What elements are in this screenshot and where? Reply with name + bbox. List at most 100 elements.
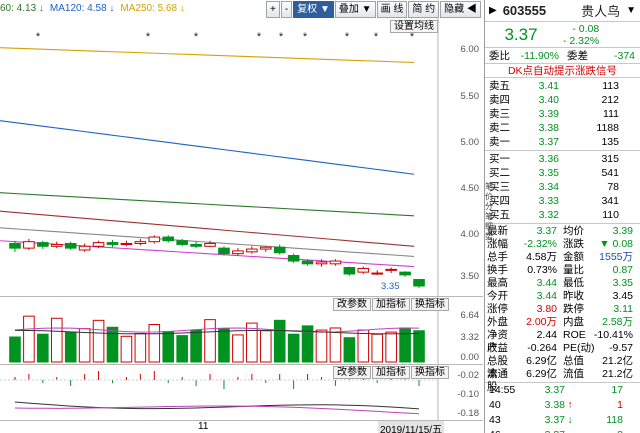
asks-price: 3.38 [538, 122, 559, 134]
event-star-icon[interactable]: * [279, 31, 284, 43]
committee-diff-label: 委差 [567, 50, 588, 62]
event-star-icon[interactable]: * [146, 31, 151, 43]
stock-code: 603555 [502, 3, 547, 18]
volume-bar [134, 333, 147, 363]
event-star-icon[interactable]: * [257, 31, 262, 43]
price-axis-5-00: 5.00 [460, 137, 480, 148]
ma-line-ma120 [0, 120, 415, 175]
event-star-icon[interactable]: * [303, 31, 308, 43]
event-star-icon[interactable]: * [194, 31, 199, 43]
macd-axis-top: -0.02 [457, 370, 479, 381]
stat-value: 4.58万 [526, 251, 557, 263]
macd-axis-bottom: -0.18 [457, 408, 479, 419]
quote-panel: ▶ 603555 贵人鸟 ▼ 3.37 - 0.08 - 2.32% 委比 -1… [484, 0, 640, 433]
toolbar-button[interactable]: 画 线 [376, 1, 408, 18]
stat-value: 3.39 [612, 225, 633, 237]
price-change: - 0.08 [572, 23, 600, 35]
asks-volume: 111 [603, 108, 619, 120]
bids-price: 3.32 [538, 209, 559, 221]
toolbar-button[interactable]: - [280, 1, 293, 18]
committee-diff-value: -374 [613, 50, 635, 62]
volume-modify-params-button[interactable]: 改参数 [333, 298, 371, 311]
stat-value: -10.41% [593, 329, 633, 341]
price-axis-3-50: 3.50 [460, 271, 480, 282]
toolbar-button[interactable]: 隐藏 ◀ [440, 1, 481, 18]
asks-volume: 135 [601, 136, 619, 148]
stat-label: 均价 [563, 225, 584, 237]
stat-value: 1555万 [599, 251, 633, 263]
side-tab[interactable]: 细 [485, 222, 493, 232]
stat-row: 换手 0.73% 量比 0.87 [485, 264, 640, 277]
candle-body [399, 271, 411, 276]
candle-body [343, 267, 356, 275]
volume-bar [413, 330, 425, 363]
toolbar-button[interactable]: 复权 ▼ [293, 1, 334, 18]
stat-label: 流值 [563, 368, 584, 380]
tick-row: 463.37 2 [485, 428, 640, 433]
macd-add-indicator-button[interactable]: 加指标 [372, 366, 410, 379]
stat-label: 跌停 [563, 303, 584, 315]
stat-label: 总股本 [487, 355, 508, 380]
price-axis-6-00: 6.00 [460, 44, 480, 55]
tick-list: 14:553.3717403.38↑1433.37↓118463.372 [485, 383, 640, 433]
volume-bar [37, 333, 49, 363]
volume-bar [218, 328, 230, 363]
event-star-icon[interactable]: * [36, 31, 41, 43]
bids-volume: 341 [601, 195, 619, 207]
tick-arrow-icon: ↑ [567, 399, 573, 411]
event-star-icon[interactable]: * [374, 31, 379, 43]
asks-label: 卖一 [489, 136, 510, 148]
macd-modify-params-button[interactable]: 改参数 [333, 366, 371, 379]
tick-price: 3.37 [544, 414, 565, 426]
side-tab[interactable]: 价 [485, 192, 493, 202]
toolbar-button[interactable]: + [266, 1, 280, 18]
asks-row: 卖三 3.39 111 [485, 107, 640, 121]
stat-value: 2.00万 [526, 316, 557, 328]
volume-bar [343, 337, 356, 363]
bid-book: 买一 3.36 315 买二 3.35 541 买三 3.34 78 买四 3.33 341 买五 3.3… [485, 151, 640, 224]
bids-row: 买二 3.35 541 [485, 166, 640, 180]
stock-name: 贵人鸟 [581, 4, 621, 19]
ma-settings-button[interactable]: 设置均线 [390, 20, 438, 33]
tick-volume: 1 [617, 399, 623, 411]
asks-price: 3.41 [538, 80, 559, 92]
kline-chart-area[interactable]: * * * * * * * * * 60: 4.13 ↓ MA120: 4.58 ↓ MA250: … [0, 0, 483, 433]
stat-label: 最低 [563, 277, 584, 289]
tick-volume: 118 [606, 414, 623, 426]
volume-bar [23, 315, 35, 363]
volume-bar [64, 331, 77, 363]
ask-book: 卖五 3.41 113 卖四 3.40 212 卖三 3.39 111 卖二 3.38 1188 卖一 3… [485, 78, 640, 151]
stat-value: 3.35 [612, 277, 633, 289]
candle-body [287, 255, 300, 262]
volume-add-indicator-button[interactable]: 加指标 [372, 298, 410, 311]
chart-toolbar: + - 复权 ▼ 叠加 ▼ 画 线简 约隐藏 ◀ [266, 1, 482, 18]
toolbar-button[interactable]: 简 约 [408, 1, 440, 18]
stat-value: 3.44 [536, 277, 557, 289]
side-tab[interactable]: 笔 [485, 182, 493, 192]
volume-panel-buttons: 改参数 加指标 换指标 [333, 298, 450, 311]
side-tab[interactable]: 势 [485, 232, 493, 242]
volume-bar [371, 333, 384, 363]
side-tab[interactable]: 分 [485, 202, 493, 212]
event-star-icon[interactable]: * [345, 31, 350, 43]
tick-arrow-icon: ↓ [567, 414, 573, 426]
collapse-arrow-icon[interactable]: ▶ [489, 5, 497, 16]
ma-line-ma20 [0, 227, 415, 257]
stat-value: 3.11 [613, 303, 633, 315]
price-axis-4-00: 4.00 [460, 229, 480, 240]
bids-label: 买一 [489, 153, 510, 165]
time-axis: 11 2019/11/15/五 [0, 420, 483, 433]
asks-price: 3.37 [538, 136, 559, 148]
signal-link[interactable]: DK点自动提示涨跌信号 [485, 64, 640, 78]
stat-label: 总值 [563, 355, 584, 367]
stat-row: 总股本 6.29亿 总值 21.2亿 [485, 355, 640, 380]
stat-value: 3.45 [612, 290, 633, 302]
stat-row: 涨幅 -2.32% 涨跌 ▼ 0.08 [485, 238, 640, 251]
asks-label: 卖三 [489, 108, 510, 120]
dropdown-icon[interactable]: ▼ [626, 5, 636, 16]
candle-body [176, 240, 188, 245]
toolbar-button[interactable]: 叠加 ▼ [334, 1, 376, 18]
stat-label: 收益 [487, 342, 508, 354]
side-tab[interactable]: 笔 [485, 212, 493, 222]
stat-label: 涨跌 [563, 238, 584, 250]
